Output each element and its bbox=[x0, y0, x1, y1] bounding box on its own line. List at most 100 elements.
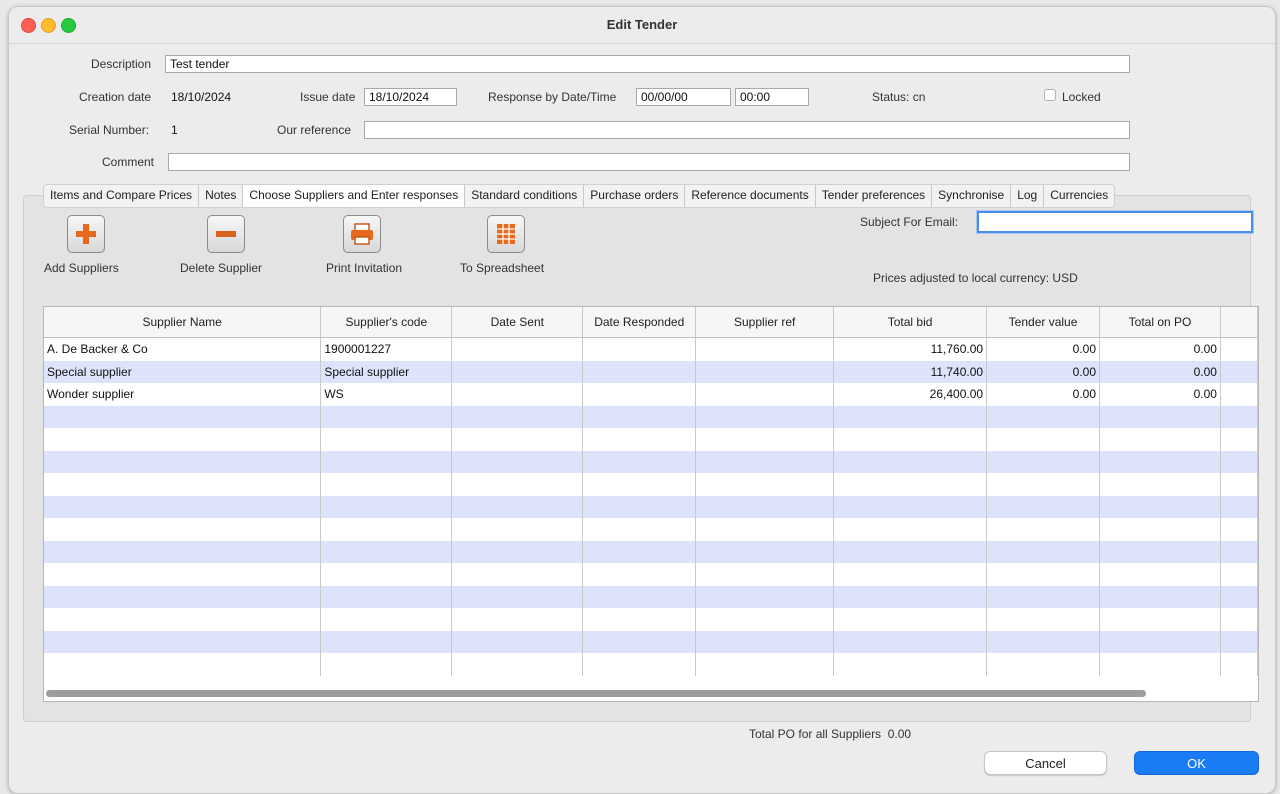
cell-date-sent[interactable] bbox=[451, 360, 584, 383]
empty-cell bbox=[1099, 428, 1221, 451]
status-value: cn bbox=[912, 90, 926, 104]
cell-date-sent[interactable] bbox=[451, 337, 584, 361]
empty-cell bbox=[44, 563, 322, 586]
empty-cell bbox=[320, 540, 453, 563]
add-suppliers-button[interactable] bbox=[67, 215, 105, 253]
empty-cell bbox=[320, 563, 453, 586]
description-input[interactable] bbox=[165, 55, 1130, 73]
column-header-date-sent[interactable]: Date Sent bbox=[451, 307, 584, 338]
empty-cell bbox=[582, 473, 697, 496]
empty-cell bbox=[582, 540, 697, 563]
tab-reference-documents[interactable]: Reference documents bbox=[685, 185, 816, 207]
horizontal-scrollbar[interactable] bbox=[46, 690, 1146, 697]
cell-total-on-po[interactable]: 0.00 bbox=[1099, 360, 1221, 383]
column-header-tender-value[interactable]: Tender value bbox=[986, 307, 1101, 338]
tab-synchronise[interactable]: Synchronise bbox=[932, 185, 1012, 207]
locked-checkbox[interactable] bbox=[1044, 89, 1056, 101]
cell-date-sent[interactable] bbox=[451, 383, 584, 406]
cell-supplier-name[interactable]: Special supplier bbox=[44, 360, 322, 383]
tab-items-compare-prices[interactable]: Items and Compare Prices bbox=[44, 185, 200, 207]
empty-cell bbox=[1220, 563, 1258, 586]
empty-cell bbox=[986, 653, 1101, 676]
empty-cell bbox=[44, 653, 322, 676]
serial-number-label: Serial Number: bbox=[69, 123, 150, 137]
empty-cell bbox=[695, 630, 835, 653]
tab-tender-preferences[interactable]: Tender preferences bbox=[816, 185, 933, 207]
delete-supplier-button[interactable] bbox=[207, 215, 245, 253]
empty-cell bbox=[695, 473, 835, 496]
table-row[interactable]: Wonder supplier WS 26,400.00 0.00 0.00 bbox=[44, 383, 1258, 406]
cell-supplier-code[interactable]: 1900001227 bbox=[320, 337, 453, 361]
tab-standard-conditions[interactable]: Standard conditions bbox=[465, 185, 585, 207]
comment-input[interactable] bbox=[168, 153, 1130, 171]
column-header-total-bid[interactable]: Total bid bbox=[833, 307, 988, 338]
table-row[interactable]: A. De Backer & Co 1900001227 11,760.00 0… bbox=[44, 337, 1258, 361]
empty-cell bbox=[695, 563, 835, 586]
cell-supplier-name[interactable]: A. De Backer & Co bbox=[44, 337, 322, 361]
print-invitation-button[interactable] bbox=[343, 215, 381, 253]
cell-supplier-ref[interactable] bbox=[695, 337, 835, 361]
cell-supplier-code[interactable]: WS bbox=[320, 383, 453, 406]
tab-purchase-orders[interactable]: Purchase orders bbox=[584, 185, 686, 207]
to-spreadsheet-button[interactable] bbox=[487, 215, 525, 253]
cell-date-responded[interactable] bbox=[582, 337, 697, 361]
empty-cell bbox=[582, 450, 697, 473]
cell-supplier-ref[interactable] bbox=[695, 360, 835, 383]
cell-supplier-name[interactable]: Wonder supplier bbox=[44, 383, 322, 406]
currency-note: Prices adjusted to local currency: USD bbox=[873, 271, 1078, 285]
empty-cell bbox=[44, 450, 322, 473]
cancel-button[interactable]: Cancel bbox=[984, 751, 1107, 775]
column-header-total-on-po[interactable]: Total on PO bbox=[1099, 307, 1221, 338]
column-header-supplier-name[interactable]: Supplier Name bbox=[44, 307, 322, 338]
cell-tender-value[interactable]: 0.00 bbox=[986, 360, 1101, 383]
column-header-date-responded[interactable]: Date Responded bbox=[582, 307, 697, 338]
empty-cell bbox=[451, 630, 584, 653]
email-subject-input[interactable] bbox=[977, 211, 1253, 233]
empty-cell bbox=[320, 405, 453, 428]
column-header-spacer bbox=[1220, 307, 1258, 338]
cell-supplier-code[interactable]: Special supplier bbox=[320, 360, 453, 383]
empty-cell bbox=[1099, 608, 1221, 631]
empty-cell bbox=[451, 518, 584, 541]
tab-notes[interactable]: Notes bbox=[199, 185, 244, 207]
empty-cell bbox=[582, 653, 697, 676]
empty-cell bbox=[451, 585, 584, 608]
ok-button[interactable]: OK bbox=[1134, 751, 1259, 775]
issue-date-input[interactable] bbox=[364, 88, 457, 106]
empty-table-row bbox=[44, 585, 1258, 608]
tab-currencies[interactable]: Currencies bbox=[1044, 185, 1114, 207]
empty-cell bbox=[320, 495, 453, 518]
cell-date-responded[interactable] bbox=[582, 383, 697, 406]
empty-cell bbox=[833, 428, 988, 451]
column-header-supplier-ref[interactable]: Supplier ref bbox=[695, 307, 835, 338]
tab-log[interactable]: Log bbox=[1011, 185, 1045, 207]
our-reference-input[interactable] bbox=[364, 121, 1130, 139]
empty-cell bbox=[1220, 608, 1258, 631]
response-date-input[interactable] bbox=[636, 88, 731, 106]
empty-cell bbox=[1220, 653, 1258, 676]
empty-cell bbox=[986, 563, 1101, 586]
tab-choose-suppliers[interactable]: Choose Suppliers and Enter responses bbox=[243, 185, 466, 207]
empty-cell bbox=[582, 563, 697, 586]
column-header-supplier-code[interactable]: Supplier's code bbox=[320, 307, 453, 338]
cell-total-on-po[interactable]: 0.00 bbox=[1099, 337, 1221, 361]
response-by-label: Response by Date/Time bbox=[488, 90, 617, 104]
empty-cell bbox=[695, 450, 835, 473]
cell-date-responded[interactable] bbox=[582, 360, 697, 383]
table-row[interactable]: Special supplier Special supplier 11,740… bbox=[44, 360, 1258, 383]
empty-cell bbox=[582, 585, 697, 608]
edit-tender-window: Edit Tender Description Creation date 18… bbox=[8, 6, 1276, 794]
cell-total-bid[interactable]: 11,740.00 bbox=[833, 360, 988, 383]
cell-total-bid[interactable]: 26,400.00 bbox=[833, 383, 988, 406]
response-time-input[interactable] bbox=[735, 88, 809, 106]
empty-cell bbox=[451, 428, 584, 451]
cell-total-bid[interactable]: 11,760.00 bbox=[833, 337, 988, 361]
empty-cell bbox=[320, 630, 453, 653]
cell-tender-value[interactable]: 0.00 bbox=[986, 337, 1101, 361]
cell-tender-value[interactable]: 0.00 bbox=[986, 383, 1101, 406]
empty-cell bbox=[1099, 473, 1221, 496]
cell-total-on-po[interactable]: 0.00 bbox=[1099, 383, 1221, 406]
creation-date-value: 18/10/2024 bbox=[171, 90, 232, 104]
empty-cell bbox=[986, 608, 1101, 631]
cell-supplier-ref[interactable] bbox=[695, 383, 835, 406]
